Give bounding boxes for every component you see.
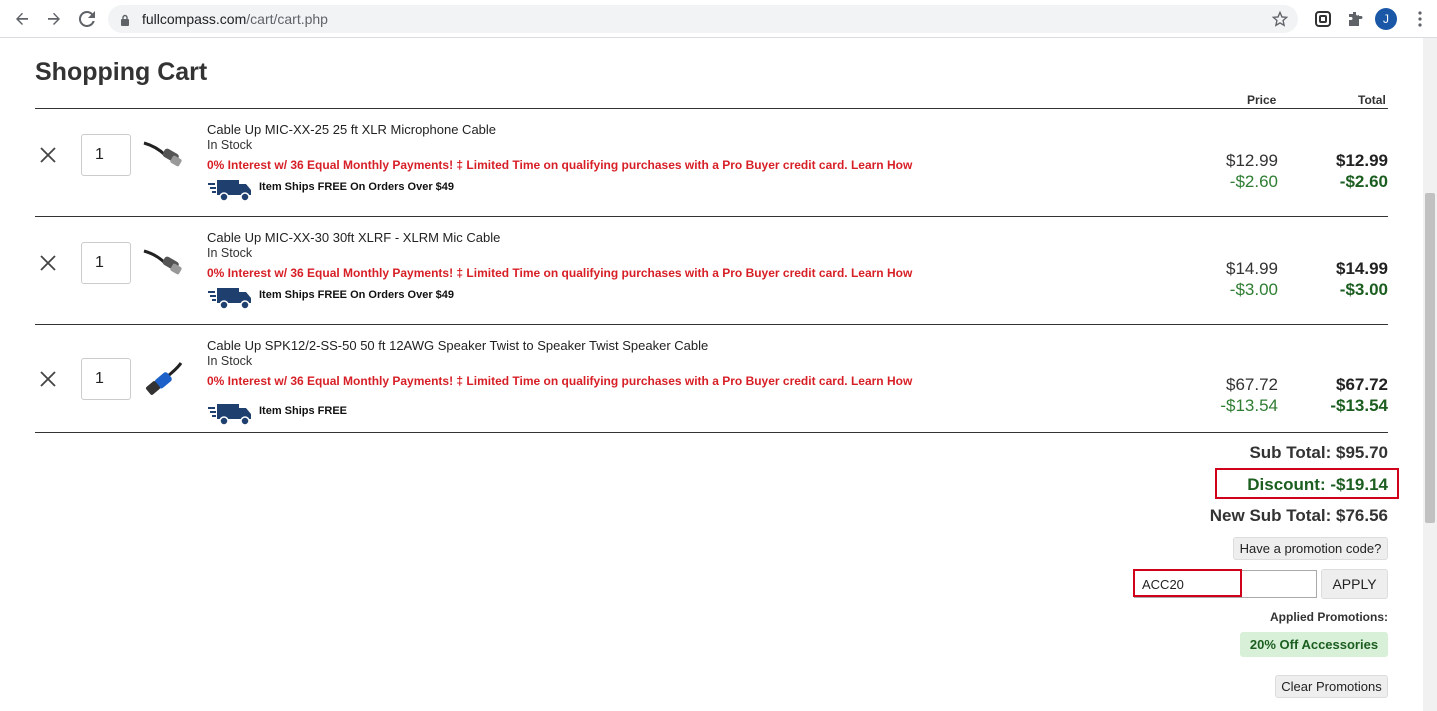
page-title: Shopping Cart (35, 58, 208, 86)
financing-promo-link[interactable]: 0% Interest w/ 36 Equal Monthly Payments… (207, 374, 912, 388)
total-column-header: Total (1358, 93, 1386, 107)
address-bar[interactable]: fullcompass.com/cart/cart.php (108, 5, 1298, 33)
line-total: $14.99 (1336, 259, 1388, 278)
financing-promo-link[interactable]: 0% Interest w/ 36 Equal Monthly Payments… (207, 158, 912, 172)
line-total-discount: -$2.60 (1339, 172, 1388, 191)
cart-item: Cable Up SPK12/2-SS-50 50 ft 12AWG Speak… (35, 325, 1388, 433)
quantity-input[interactable] (81, 134, 131, 176)
applied-promotions-label: Applied Promotions: (1270, 610, 1388, 624)
product-name[interactable]: Cable Up MIC-XX-30 30ft XLRF - XLRM Mic … (207, 230, 500, 245)
price-column-header: Price (1247, 93, 1277, 107)
speaker-cable-icon[interactable] (141, 359, 187, 399)
url-text: fullcompass.com/cart/cart.php (142, 11, 328, 27)
more-menu-icon[interactable] (1410, 9, 1430, 29)
page-scrollbar[interactable] (1423, 38, 1437, 711)
line-total: $67.72 (1336, 375, 1388, 394)
puzzle-icon[interactable] (1345, 9, 1365, 29)
unit-price-discount: -$13.54 (1220, 396, 1278, 415)
subtotal: Sub Total: $95.70 (1249, 443, 1388, 462)
xlr-cable-icon[interactable] (141, 135, 187, 175)
quantity-input[interactable] (81, 242, 131, 284)
product-name[interactable]: Cable Up SPK12/2-SS-50 50 ft 12AWG Speak… (207, 338, 708, 353)
unit-price: $14.99 (1226, 259, 1278, 278)
line-total: $12.99 (1336, 151, 1388, 170)
reload-icon[interactable] (77, 9, 97, 29)
delivery-truck-icon (207, 399, 255, 427)
scrollbar-thumb[interactable] (1425, 193, 1435, 523)
bookmark-star-icon[interactable] (1271, 10, 1289, 32)
line-total-discount: -$13.54 (1330, 396, 1388, 415)
apply-button[interactable]: APPLY (1321, 569, 1388, 599)
unit-price: $67.72 (1226, 375, 1278, 394)
new-subtotal: New Sub Total: $76.56 (1209, 506, 1388, 525)
delivery-truck-icon (207, 175, 255, 203)
stock-status: In Stock (207, 354, 253, 368)
stock-status: In Stock (207, 246, 253, 260)
remove-item-icon[interactable] (37, 144, 59, 166)
divider (35, 432, 1388, 433)
unit-price-discount: -$2.60 (1229, 172, 1278, 191)
applied-promotion-badge: 20% Off Accessories (1240, 632, 1388, 657)
discount-total: Discount: -$19.14 (1247, 475, 1388, 494)
remove-item-icon[interactable] (37, 252, 59, 274)
quantity-input[interactable] (81, 358, 131, 400)
profile-avatar[interactable]: J (1375, 8, 1397, 30)
shipping-note: Item Ships FREE On Orders Over $49 (259, 289, 455, 301)
clear-promotions-button[interactable]: Clear Promotions (1275, 675, 1388, 698)
unit-price: $12.99 (1226, 151, 1278, 170)
financing-promo-link[interactable]: 0% Interest w/ 36 Equal Monthly Payments… (207, 266, 912, 280)
cart-item: Cable Up MIC-XX-25 25 ft XLR Microphone … (35, 109, 1388, 217)
promo-code-toggle-button[interactable]: Have a promotion code? (1233, 537, 1388, 560)
cart-item: Cable Up MIC-XX-30 30ft XLRF - XLRM Mic … (35, 217, 1388, 325)
shipping-note: Item Ships FREE On Orders Over $49 (259, 181, 455, 193)
stock-status: In Stock (207, 138, 253, 152)
product-name[interactable]: Cable Up MIC-XX-25 25 ft XLR Microphone … (207, 122, 496, 137)
forward-icon[interactable] (44, 9, 64, 29)
browser-toolbar: fullcompass.com/cart/cart.php J (0, 0, 1437, 38)
line-total-discount: -$3.00 (1339, 280, 1388, 299)
xlr-cable-icon[interactable] (141, 243, 187, 283)
shipping-note: Item Ships FREE (259, 405, 348, 417)
extension-icon[interactable] (1313, 9, 1333, 29)
lock-icon (120, 13, 130, 31)
delivery-truck-icon (207, 283, 255, 311)
unit-price-discount: -$3.00 (1229, 280, 1278, 299)
remove-item-icon[interactable] (37, 368, 59, 390)
back-icon[interactable] (12, 9, 32, 29)
promo-code-input[interactable] (1134, 570, 1317, 598)
